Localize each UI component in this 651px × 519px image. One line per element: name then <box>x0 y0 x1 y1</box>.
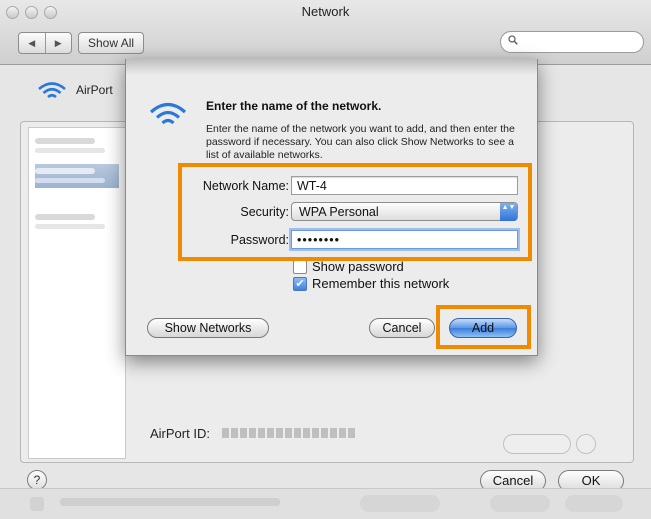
remember-network-checkbox[interactable]: ✔ <box>293 276 307 291</box>
add-button[interactable]: Add <box>449 318 517 338</box>
security-label: Security: <box>240 205 289 219</box>
join-network-sheet: Enter the name of the network. Enter the… <box>125 59 538 356</box>
service-item-airport[interactable] <box>35 164 119 188</box>
show-password-label: Show password <box>312 259 404 274</box>
airport-id-label: AirPort ID: <box>150 426 210 441</box>
show-all-button[interactable]: Show All <box>78 32 145 54</box>
security-popup[interactable]: WPA Personal ▲▼ <box>291 202 518 221</box>
back-arrow-icon[interactable]: ◀ <box>19 33 45 53</box>
apply-button[interactable] <box>565 495 623 512</box>
sheet-cancel-button[interactable]: Cancel <box>369 318 435 338</box>
remember-network-checkbox-row[interactable]: ✔ Remember this network <box>293 276 449 291</box>
service-item-firewire[interactable] <box>35 210 119 234</box>
lock-text <box>60 498 280 506</box>
network-name-label: Network Name: <box>202 179 289 193</box>
revert-button[interactable] <box>490 495 550 512</box>
lock-bar <box>0 488 651 519</box>
airport-id-value-redacted <box>222 428 355 438</box>
dialog-heading: Enter the name of the network. <box>206 99 382 113</box>
search-icon <box>508 35 518 48</box>
wifi-icon <box>148 101 188 134</box>
show-password-checkbox[interactable] <box>293 259 307 274</box>
password-label: Password: <box>230 233 289 247</box>
help-small-button[interactable] <box>576 434 596 454</box>
service-list[interactable] <box>28 127 126 459</box>
help-button[interactable]: ? <box>27 470 47 490</box>
forward-arrow-icon[interactable]: ▶ <box>44 33 72 53</box>
lock-icon[interactable] <box>30 497 44 511</box>
airport-wifi-icon <box>37 81 67 106</box>
popup-arrows-icon: ▲▼ <box>500 203 517 221</box>
password-field[interactable]: •••••••• <box>291 230 518 249</box>
advanced-button[interactable] <box>503 434 571 454</box>
dialog-description: Enter the name of the network you want t… <box>206 123 515 161</box>
search-field[interactable] <box>500 31 644 53</box>
window-title: Network <box>301 4 350 19</box>
show-password-checkbox-row[interactable]: Show password <box>293 259 404 274</box>
service-item-ethernet[interactable] <box>35 134 119 158</box>
security-popup-value: WPA Personal <box>299 205 379 219</box>
show-networks-button[interactable]: Show Networks <box>147 318 269 338</box>
location-label: AirPort <box>76 83 113 97</box>
network-preferences-window: Network ◀ ▶ Show All AirPort AirPort ID:… <box>0 0 651 519</box>
remember-network-label: Remember this network <box>312 276 450 291</box>
back-forward-control: ◀ ▶ <box>18 32 72 54</box>
network-name-field[interactable]: WT-4 <box>291 176 518 195</box>
title-bar: Network ◀ ▶ Show All <box>0 0 651 65</box>
assist-me-button[interactable] <box>360 495 440 512</box>
